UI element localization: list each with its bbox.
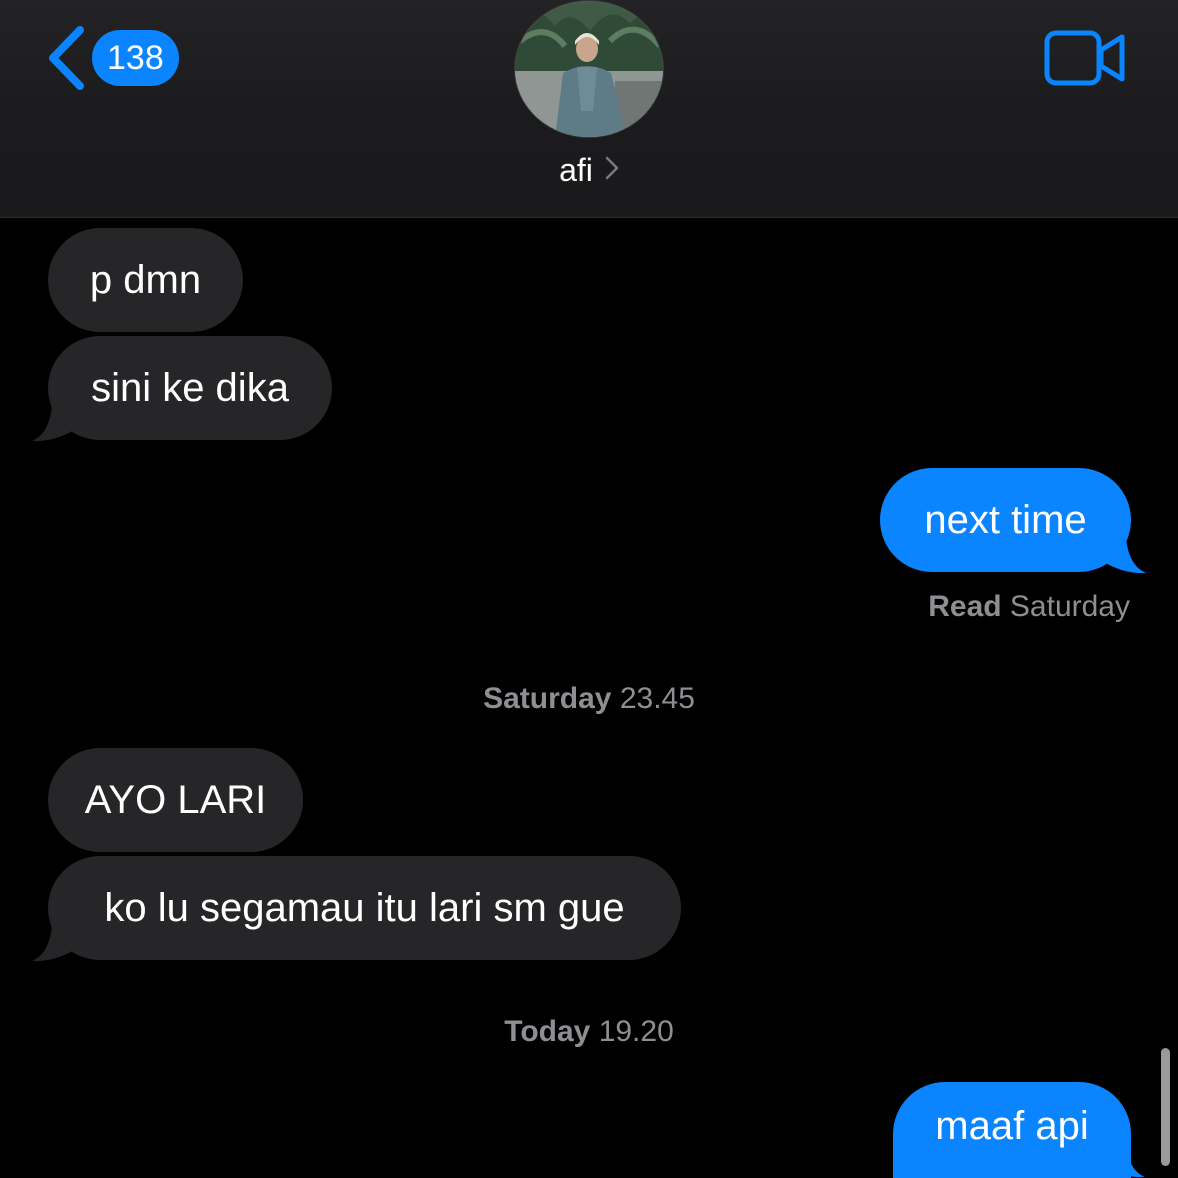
contact-name: afi [559, 152, 593, 188]
chevron-right-icon [605, 156, 619, 185]
read-label: Read [928, 590, 1002, 623]
timestamp-divider: Today 19.20 [0, 1015, 1178, 1049]
incoming-message-bubble[interactable]: ko lu segamau itu lari sm gue [48, 856, 681, 960]
facetime-video-button[interactable] [1044, 30, 1126, 91]
timestamp-time: 19.20 [598, 1015, 674, 1048]
video-camera-icon [1044, 30, 1126, 90]
outgoing-message-bubble[interactable]: maaf api [893, 1082, 1131, 1178]
timestamp-time: 23.45 [619, 682, 695, 715]
message-text: maaf api [935, 1103, 1089, 1148]
conversation-header: 138 afi [0, 0, 1178, 218]
back-chevron-icon [44, 25, 88, 91]
message-text: sini ke dika [91, 365, 289, 410]
incoming-message-bubble[interactable]: sini ke dika [48, 336, 332, 440]
timestamp-day: Today [504, 1015, 591, 1048]
avatar-photo [515, 1, 663, 137]
incoming-message-bubble[interactable]: AYO LARI [48, 748, 303, 852]
outgoing-message-bubble[interactable]: next time [880, 468, 1131, 572]
timestamp-day: Saturday [483, 682, 612, 715]
message-text: p dmn [89, 257, 202, 302]
back-button[interactable]: 138 [44, 24, 179, 92]
contact-name-button[interactable]: afi [0, 152, 1178, 189]
unread-count-badge: 138 [92, 30, 179, 86]
incoming-message-bubble[interactable]: p dmn [48, 228, 243, 332]
read-receipt: Read Saturday [928, 590, 1130, 624]
timestamp-divider: Saturday 23.45 [0, 682, 1178, 716]
read-day: Saturday [1009, 590, 1130, 623]
message-text: AYO LARI [84, 777, 267, 822]
scrollbar-thumb[interactable] [1161, 1048, 1170, 1166]
message-text: next time [924, 497, 1087, 542]
message-text: ko lu segamau itu lari sm gue [104, 885, 625, 930]
contact-avatar[interactable] [514, 0, 664, 138]
